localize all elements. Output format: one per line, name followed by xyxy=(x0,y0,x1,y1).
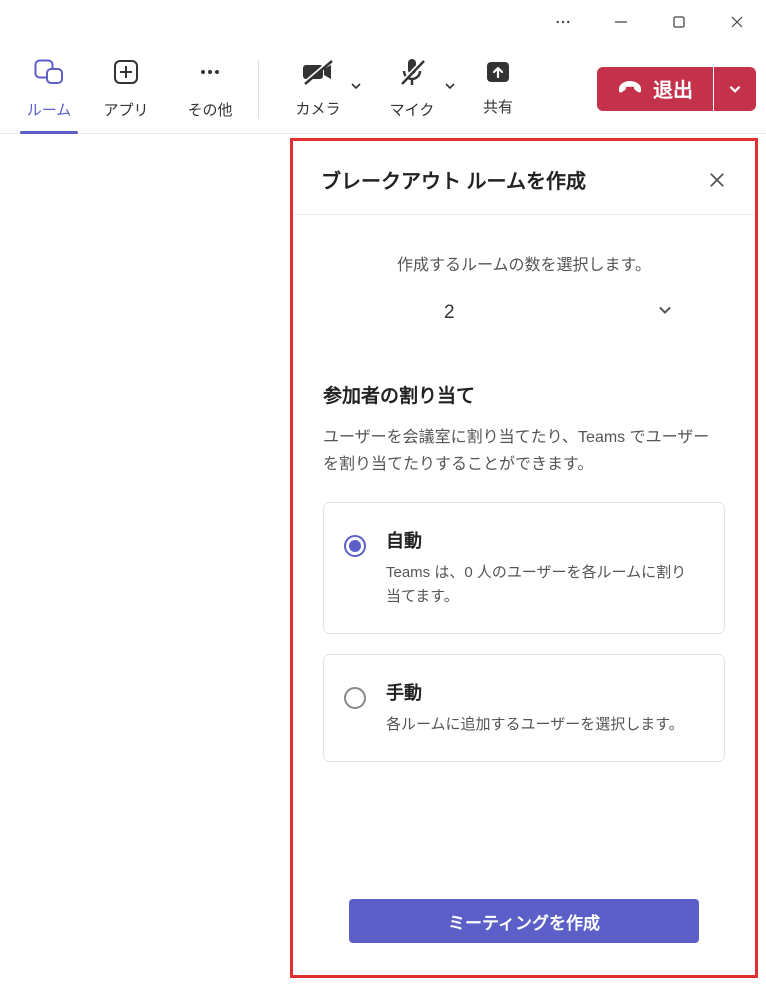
radio-unselected-icon xyxy=(344,687,366,709)
leave-button[interactable]: 退出 xyxy=(597,67,713,111)
tab-apps-label: アプリ xyxy=(103,99,148,120)
window-maximize-button[interactable] xyxy=(650,0,708,44)
window-minimize-button[interactable] xyxy=(592,0,650,44)
panel-title: ブレークアウト ルームを作成 xyxy=(321,165,586,194)
breakout-rooms-panel: ブレークアウト ルームを作成 作成するルームの数を選択します。 2 参加者の割り… xyxy=(290,138,758,978)
tab-rooms[interactable]: ルーム xyxy=(18,47,80,131)
option-manual[interactable]: 手動 各ルームに追加するユーザーを選択します。 xyxy=(323,654,725,762)
option-manual-title: 手動 xyxy=(386,679,684,705)
tab-apps[interactable]: アプリ xyxy=(84,47,168,131)
meeting-toolbar: ルーム アプリ その他 xyxy=(0,44,766,134)
mic-label: マイク xyxy=(390,99,435,120)
share-label: 共有 xyxy=(483,96,513,117)
toolbar-divider xyxy=(258,60,259,118)
radio-selected-icon xyxy=(344,535,366,557)
assign-desc: ユーザーを会議室に割り当てたり、Teams でユーザーを割り当てたりすることがで… xyxy=(323,424,725,478)
more-icon xyxy=(197,59,223,89)
chevron-down-icon[interactable] xyxy=(349,79,363,97)
rooms-count-dropdown[interactable]: 2 xyxy=(364,291,684,335)
leave-options-button[interactable] xyxy=(714,67,756,111)
leave-button-group: 退出 xyxy=(597,67,756,111)
tab-more-label: その他 xyxy=(187,99,232,120)
camera-toggle[interactable]: カメラ xyxy=(271,47,365,131)
rooms-count-label: 作成するルームの数を選択します。 xyxy=(317,251,731,275)
chevron-down-icon[interactable] xyxy=(443,79,457,97)
window-titlebar xyxy=(0,0,766,44)
mic-toggle[interactable]: マイク xyxy=(365,47,459,131)
share-icon xyxy=(485,71,511,88)
camera-label: カメラ xyxy=(295,98,340,119)
chevron-down-icon xyxy=(656,301,674,325)
mic-off-icon xyxy=(398,74,426,91)
option-auto[interactable]: 自動 Teams は、0 人のユーザーを各ルームに割り当てます。 xyxy=(323,502,725,634)
leave-label: 退出 xyxy=(653,74,693,103)
window-close-button[interactable] xyxy=(708,0,766,44)
option-auto-title: 自動 xyxy=(386,527,700,553)
option-auto-desc: Teams は、0 人のユーザーを各ルームに割り当てます。 xyxy=(386,561,700,609)
hangup-icon xyxy=(617,76,643,102)
camera-off-icon xyxy=(302,73,334,90)
tab-rooms-label: ルーム xyxy=(27,99,72,120)
window-more-button[interactable] xyxy=(534,0,592,44)
rooms-count-value: 2 xyxy=(444,302,455,324)
panel-close-button[interactable] xyxy=(703,166,731,194)
create-meeting-button[interactable]: ミーティングを作成 xyxy=(349,899,699,943)
assign-title: 参加者の割り当て xyxy=(323,381,725,408)
tab-more[interactable]: その他 xyxy=(168,47,252,131)
rooms-icon xyxy=(34,59,64,89)
option-manual-desc: 各ルームに追加するユーザーを選択します。 xyxy=(386,713,684,737)
apps-icon xyxy=(113,59,139,89)
share-toggle[interactable]: 共有 xyxy=(459,47,537,131)
